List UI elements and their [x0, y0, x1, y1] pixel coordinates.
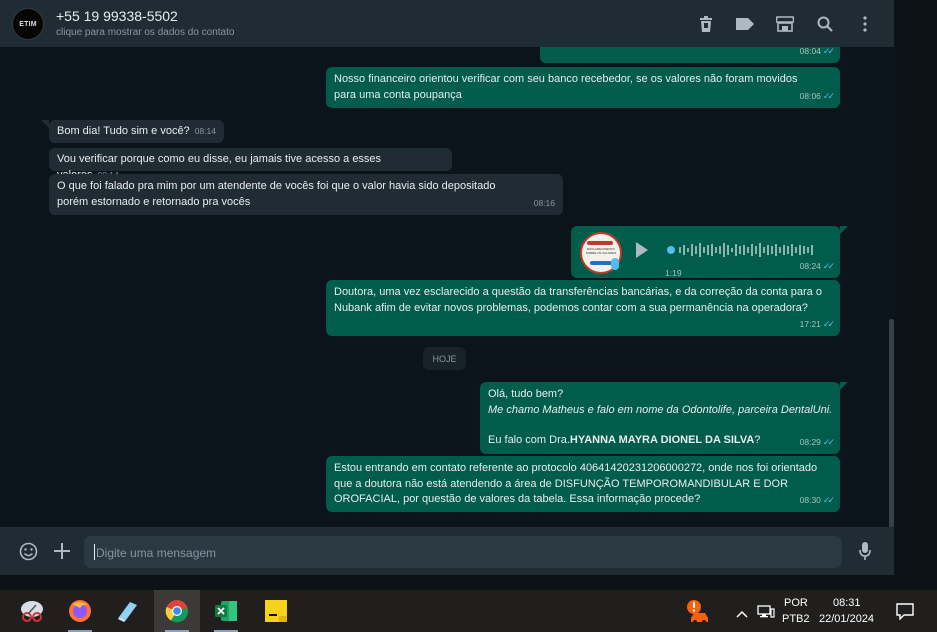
read-ticks-icon: ✓✓: [822, 436, 835, 447]
message-time: 17:21: [799, 318, 821, 329]
attach-plus-icon[interactable]: [54, 543, 70, 564]
message-text: O que foi falado pra mim por um atendent…: [57, 180, 496, 208]
message-list[interactable]: 08:04 ✓✓ Nosso financeiro orientou verifi…: [0, 47, 894, 527]
clock-time[interactable]: 08:31: [833, 597, 861, 609]
message-time: 08:14: [194, 126, 216, 136]
desktop-strip: [894, 0, 937, 590]
network-icon[interactable]: [757, 603, 775, 624]
message-outgoing[interactable]: Nosso financeiro orientou verificar com …: [326, 67, 840, 108]
message-time: 08:30: [799, 494, 821, 505]
search-icon[interactable]: [815, 14, 835, 34]
excel-icon[interactable]: [203, 590, 249, 632]
app-icon[interactable]: [105, 590, 151, 632]
audio-message[interactable]: ESCLARECIMENTO SOBRE OS VALORES 1:19 08:…: [571, 226, 840, 278]
message-text: Estou entrando em contato referente ao p…: [334, 462, 818, 505]
read-ticks-icon: ✓✓: [822, 318, 835, 329]
read-ticks-icon: ✓✓: [822, 494, 835, 505]
clock-date[interactable]: 22/01/2024: [819, 613, 874, 625]
sticky-notes-icon[interactable]: [253, 590, 299, 632]
message-outgoing[interactable]: 08:04 ✓✓: [540, 47, 840, 63]
firefox-icon[interactable]: [57, 590, 103, 632]
audio-waveform[interactable]: [667, 241, 817, 259]
text-caret: [94, 544, 95, 560]
contact-name[interactable]: +55 19 99338-5502: [56, 8, 178, 24]
window-bottom-edge: [0, 575, 894, 590]
message-time: 08:04: [799, 47, 821, 56]
snipping-tool-icon[interactable]: [9, 590, 55, 632]
chrome-icon[interactable]: [154, 590, 200, 632]
message-input-box[interactable]: [84, 536, 842, 570]
message-incoming[interactable]: Bom dia! Tudo sim e você? 08:14: [49, 120, 224, 143]
read-ticks-icon: ✓✓: [822, 47, 835, 56]
chevron-up-icon[interactable]: [736, 605, 748, 623]
whatsapp-window: ETIM +55 19 99338-5502 clique para mostr…: [0, 0, 894, 590]
contact-subtitle[interactable]: clique para mostrar os dados do contato: [56, 27, 234, 38]
notifications-icon[interactable]: [896, 603, 914, 625]
message-outgoing[interactable]: Doutora, uma vez esclarecido a questão d…: [326, 280, 840, 336]
read-ticks-icon: ✓✓: [822, 90, 835, 101]
message-time: 08:29: [799, 436, 821, 447]
dentist-name: HYANNA MAYRA DIONEL DA SILVA: [569, 434, 755, 446]
shop-icon[interactable]: [775, 14, 795, 34]
message-text: Doutora, uma vez esclarecido a questão d…: [334, 286, 822, 314]
bubble-tail: [41, 120, 49, 128]
message-outgoing[interactable]: Estou entrando em contato referente ao p…: [326, 456, 840, 512]
label-icon[interactable]: [735, 14, 755, 34]
bubble-tail: [840, 382, 848, 390]
composer-bar: [0, 527, 894, 575]
message-input[interactable]: [94, 536, 828, 570]
bubble-tail: [840, 226, 848, 234]
security-warning-icon[interactable]: [686, 599, 712, 630]
input-language[interactable]: POR: [784, 597, 808, 609]
message-incoming[interactable]: O que foi falado pra mim por um atendent…: [49, 174, 563, 215]
thumb-caption: ESCLARECIMENTO SOBRE OS VALORES: [585, 247, 617, 255]
message-question: Eu falo com Dra.HYANNA MAYRA DIONEL DA S…: [488, 433, 832, 449]
message-time: 08:24: [799, 260, 821, 271]
avatar-logo-text: ETIM: [19, 20, 37, 28]
microphone-badge-icon: [611, 258, 619, 270]
message-time: 08:06: [799, 90, 821, 101]
delete-icon[interactable]: [696, 14, 716, 34]
message-text: Nosso financeiro orientou verificar com …: [334, 73, 798, 101]
contact-avatar[interactable]: ETIM: [12, 8, 44, 40]
message-text: Bom dia! Tudo sim e você?: [57, 125, 190, 137]
windows-taskbar: POR PTB2 08:31 22/01/2024: [0, 590, 937, 632]
keyboard-layout[interactable]: PTB2: [782, 613, 810, 625]
message-outgoing[interactable]: Olá, tudo bem? Me chamo Matheus e falo e…: [480, 382, 840, 454]
chat-header: ETIM +55 19 99338-5502 clique para mostr…: [0, 0, 894, 47]
message-incoming[interactable]: Vou verificar porque como eu disse, eu j…: [49, 148, 452, 181]
menu-icon[interactable]: [855, 14, 875, 34]
microphone-icon[interactable]: [859, 542, 871, 566]
message-time: 08:16: [533, 197, 555, 208]
play-icon[interactable]: [636, 242, 648, 258]
question-suffix: ?: [754, 434, 761, 446]
message-greeting: Olá, tudo bem?: [488, 388, 564, 400]
message-intro: Me chamo Matheus e falo em nome da Odont…: [488, 403, 833, 416]
date-divider: HOJE: [423, 347, 466, 370]
emoji-icon[interactable]: [19, 542, 38, 566]
question-prefix: Eu falo com Dra.: [488, 434, 570, 446]
read-ticks-icon: ✓✓: [822, 260, 835, 271]
